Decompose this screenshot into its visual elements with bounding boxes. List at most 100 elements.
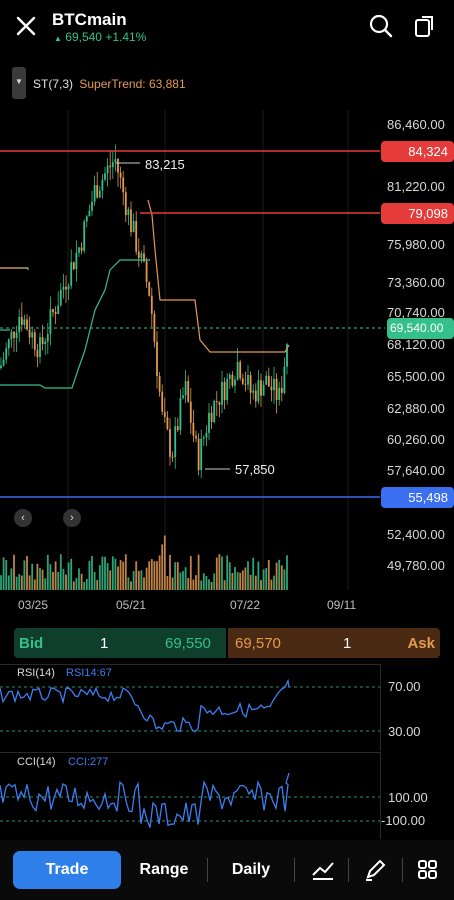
- candle-body: [265, 375, 268, 385]
- candle-body: [262, 384, 265, 396]
- candle-body: [101, 179, 104, 191]
- volume-bar: [226, 555, 229, 590]
- red-level-label-1[interactable]: 84,324: [381, 141, 454, 162]
- candle-body: [244, 383, 247, 385]
- volume-bar: [20, 575, 23, 590]
- indicator-dropdown[interactable]: ▼: [12, 67, 26, 99]
- volume-bar: [208, 579, 210, 590]
- volume-bar: [114, 558, 117, 590]
- scroll-left-button[interactable]: ‹: [14, 509, 32, 527]
- volume-bar: [135, 561, 138, 590]
- volume-bar: [93, 571, 96, 590]
- candle-body: [234, 379, 236, 386]
- scroll-right-button[interactable]: ›: [63, 509, 81, 527]
- volume-bar: [223, 580, 226, 590]
- volume-bar: [150, 559, 153, 590]
- indicator-label[interactable]: ST(7,3) SuperTrend: 63,881: [33, 77, 186, 91]
- volume-bar: [119, 560, 122, 590]
- volume-bar: [137, 570, 140, 590]
- candle-body: [72, 262, 75, 270]
- candle-body: [91, 201, 93, 211]
- volume-bar: [215, 557, 218, 590]
- x-label-4: 09/11: [327, 598, 357, 612]
- bid-price: 69,550: [165, 635, 211, 652]
- price-axis-label: 60,260.00: [387, 432, 445, 447]
- volume-bar: [13, 554, 15, 590]
- candle-body: [156, 341, 158, 377]
- volume-bar: [31, 563, 34, 590]
- volume-bar: [88, 560, 91, 590]
- rsi-level-70: 70.00: [388, 679, 421, 694]
- grid-icon[interactable]: [417, 859, 439, 881]
- candle-body: [18, 316, 21, 333]
- trade-button[interactable]: Trade: [13, 851, 121, 889]
- range-tab[interactable]: Range: [125, 851, 203, 889]
- candle-body: [231, 374, 234, 386]
- candle-body: [44, 341, 47, 344]
- volume-bar: [127, 577, 130, 590]
- candle-body: [23, 319, 26, 325]
- candle-body: [109, 165, 112, 168]
- volume-bar: [18, 574, 21, 590]
- volume-bar: [231, 572, 234, 590]
- bid-box[interactable]: Bid 1 69,550: [14, 628, 226, 658]
- volume-bar: [161, 544, 164, 590]
- volume-bar: [46, 554, 49, 590]
- candle-body: [254, 390, 257, 402]
- share-icon[interactable]: [413, 13, 437, 39]
- candle-body: [221, 381, 223, 405]
- symbol-title[interactable]: BTCmain: [52, 10, 127, 30]
- volume-bar: [239, 572, 242, 590]
- candle-body: [114, 159, 117, 163]
- search-icon[interactable]: [368, 13, 394, 39]
- candle-body: [213, 400, 216, 423]
- volume-bar: [234, 567, 236, 590]
- volume-bar: [187, 578, 190, 590]
- volume-bar: [179, 572, 182, 590]
- volume-bar: [15, 576, 18, 590]
- candle-body: [200, 438, 203, 471]
- volume-bar: [52, 571, 54, 590]
- candle-body: [195, 435, 197, 439]
- candle-body: [65, 286, 67, 290]
- volume-bar: [70, 558, 73, 590]
- candle-body: [0, 365, 2, 369]
- volume-bar: [54, 561, 57, 590]
- volume-bar: [221, 556, 223, 590]
- close-icon[interactable]: [14, 14, 38, 38]
- chart-type-icon[interactable]: [311, 859, 335, 881]
- red-level-label-2[interactable]: 79,098: [381, 203, 454, 224]
- candle-body: [96, 185, 99, 198]
- candle-body: [179, 397, 182, 431]
- volume-bar: [171, 577, 174, 590]
- candle-body: [93, 185, 96, 202]
- volume-bar: [257, 561, 260, 590]
- candle-body: [169, 429, 171, 457]
- candle-body: [83, 221, 86, 251]
- daily-tab[interactable]: Daily: [212, 851, 290, 889]
- blue-level-label[interactable]: 55,498: [381, 487, 454, 508]
- candle-body: [20, 316, 23, 325]
- volume-bar: [0, 575, 2, 590]
- candle-body: [13, 331, 15, 338]
- candle-body: [249, 375, 252, 393]
- ask-label: Ask: [407, 635, 435, 652]
- candle-body: [210, 412, 213, 423]
- candle-body: [215, 400, 218, 402]
- cci-level-minus-100: -100.00: [381, 813, 426, 828]
- volume-bar: [275, 562, 278, 590]
- draw-icon[interactable]: [363, 858, 387, 882]
- ask-box[interactable]: 69,570 1 Ask: [228, 628, 440, 658]
- candle-body: [137, 251, 140, 259]
- volume-bar: [33, 579, 36, 590]
- volume-bar: [140, 570, 143, 590]
- candle-body: [174, 426, 177, 458]
- volume-bar: [7, 575, 10, 590]
- volume-bar: [2, 557, 5, 590]
- candle-body: [153, 313, 156, 342]
- volume-bar: [75, 577, 78, 590]
- volume-bar: [244, 567, 247, 590]
- volume-bar: [78, 568, 80, 590]
- volume-bar: [174, 562, 177, 590]
- candle-body: [132, 221, 135, 233]
